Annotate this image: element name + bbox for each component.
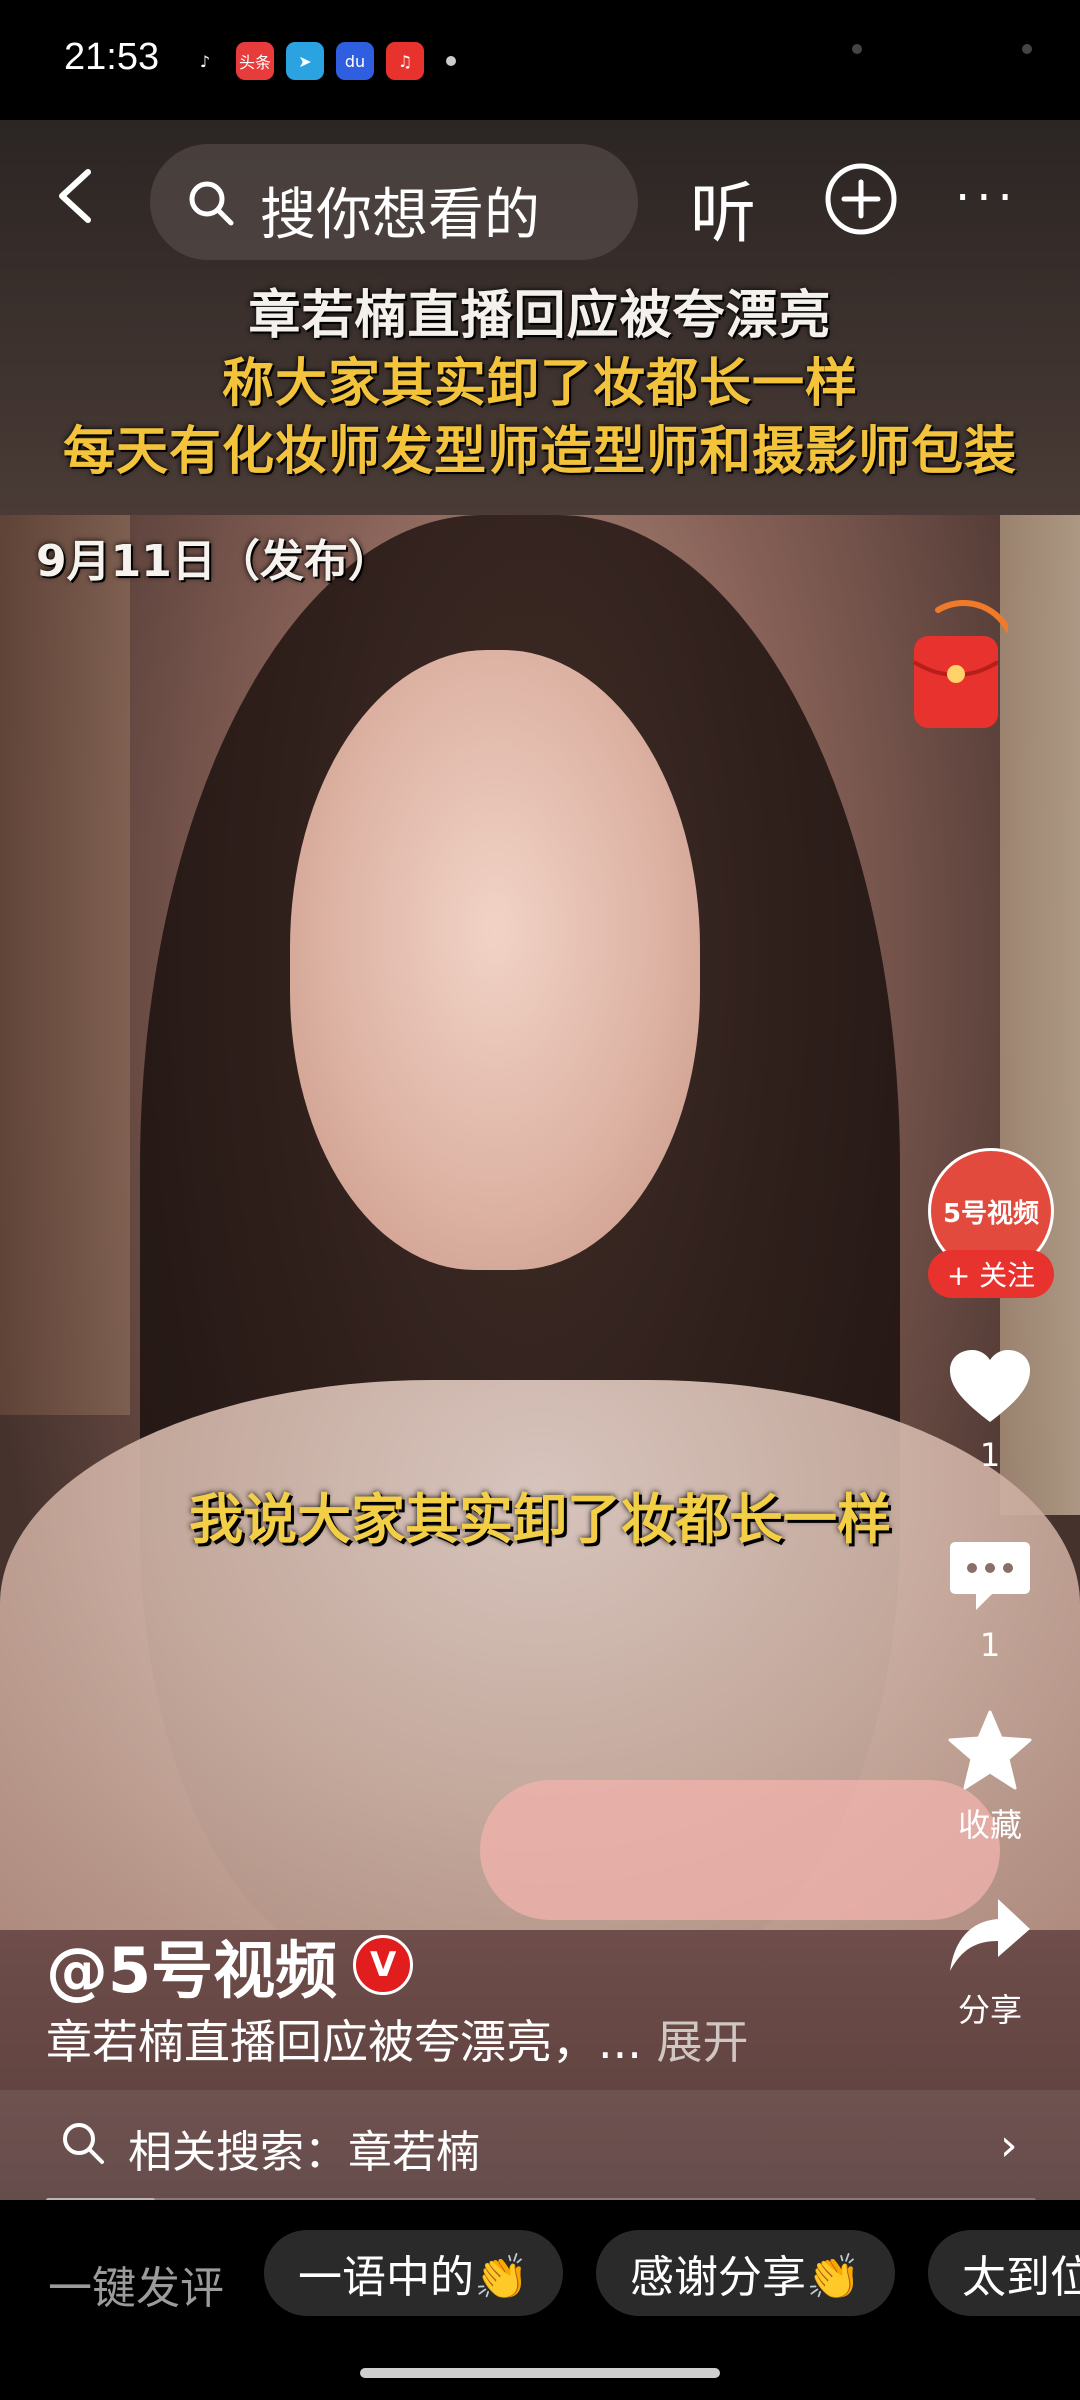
video-description[interactable]: 章若楠直播回应被夸漂亮，... 展开 — [46, 2006, 749, 2072]
search-placeholder: 搜你想看的 — [260, 183, 540, 248]
back-arrow-icon[interactable] — [48, 166, 108, 226]
related-search-text: 相关搜索：章若楠 — [128, 2127, 480, 2178]
favorite-label: 收藏 — [957, 1806, 1022, 1844]
star-icon — [948, 1710, 1032, 1790]
share-icon — [950, 1899, 1030, 1971]
comment-count: 1 — [979, 1626, 1001, 1664]
author-name-row[interactable]: @5号视频 V — [46, 1920, 414, 2010]
comment-action[interactable]: 1 — [940, 1540, 1040, 1664]
camera-dot-icon — [852, 44, 862, 54]
quick-comment-chip[interactable]: 感谢分享👏 — [596, 2230, 895, 2316]
favorite-action[interactable]: 收藏 — [940, 1710, 1040, 1846]
headline-line-3: 每天有化妆师发型师造型师和摄影师包装 — [62, 422, 1017, 482]
comment-icon — [950, 1542, 1030, 1610]
share-action[interactable]: 分享 — [940, 1895, 1040, 2031]
author-name[interactable]: @5号视频 — [46, 1920, 337, 2010]
chevron-right-icon: › — [1000, 2120, 1018, 2171]
verified-badge-icon: V — [353, 1935, 414, 1995]
quick-comment-bar: 一键发评 一语中的👏 感谢分享👏 太到位 — [0, 2200, 1080, 2400]
telegram-icon: ➤ — [286, 42, 324, 80]
search-icon — [63, 2123, 104, 2164]
description-text: 章若楠直播回应被夸漂亮，... — [46, 2015, 657, 2069]
music-icon: ♫ — [386, 42, 424, 80]
listen-button[interactable]: 听 — [690, 160, 756, 256]
status-time: 21:53 — [64, 36, 160, 78]
signal-dot-icon — [1022, 44, 1032, 54]
video-subtitle: 我说大家其实卸了妆都长一样 — [189, 1488, 891, 1551]
quick-comment-chip[interactable]: 一语中的👏 — [264, 2230, 563, 2316]
heart-icon — [950, 1350, 1030, 1422]
background-wall-left — [0, 515, 130, 1415]
status-app-icons: ♪ 头条 ➤ du ♫ — [186, 42, 456, 80]
tiktok-icon: ♪ — [186, 42, 224, 80]
baidu-icon: du — [336, 42, 374, 80]
related-search-bar[interactable]: 相关搜索：章若楠 › — [0, 2090, 1080, 2200]
share-label: 分享 — [957, 1991, 1022, 2029]
author-avatar-group[interactable]: 5号视频 + 关注 — [928, 1148, 1054, 1308]
top-nav: 搜你想看的 听 ··· — [0, 140, 1080, 260]
expand-link[interactable]: 展开 — [657, 2015, 749, 2069]
follow-button[interactable]: + 关注 — [928, 1250, 1054, 1298]
search-icon — [189, 181, 234, 226]
publish-date: 9月11日（发布） — [36, 536, 392, 587]
notification-dot-icon — [446, 56, 456, 66]
quick-comment-label[interactable]: 一键发评 — [48, 2252, 224, 2316]
person-hand — [480, 1780, 1000, 1920]
add-circle-icon[interactable] — [824, 162, 898, 236]
like-action[interactable]: 1 — [940, 1350, 1040, 1474]
headline-line-1: 章若楠直播回应被夸漂亮 — [248, 286, 832, 346]
more-options-icon[interactable]: ··· — [955, 174, 1019, 222]
person-face — [290, 650, 700, 1270]
status-indicators — [852, 44, 1032, 54]
status-bar: 21:53 ♪ 头条 ➤ du ♫ — [0, 0, 1080, 120]
video-headline: 章若楠直播回应被夸漂亮 称大家其实卸了妆都长一样 每天有化妆师发型师造型师和摄影… — [0, 282, 1080, 486]
home-indicator[interactable] — [360, 2368, 720, 2378]
headline-line-2: 称大家其实卸了妆都长一样 — [221, 354, 858, 414]
toutiao-icon: 头条 — [236, 42, 274, 80]
quick-comment-chip[interactable]: 太到位 — [928, 2230, 1080, 2316]
red-packet-icon[interactable] — [908, 600, 1008, 732]
search-bar[interactable]: 搜你想看的 — [150, 144, 638, 260]
like-count: 1 — [979, 1436, 1001, 1474]
